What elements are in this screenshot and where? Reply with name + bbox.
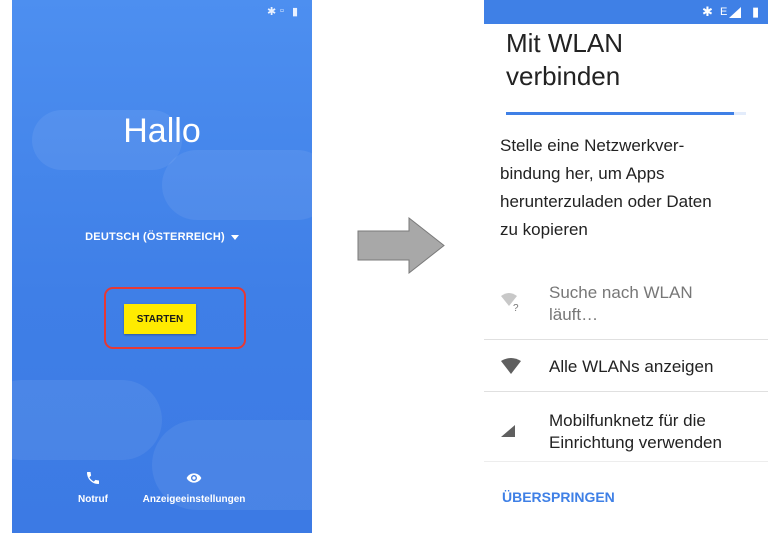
- intro-line: Stelle eine Netzwerkver-: [500, 136, 685, 155]
- transition-arrow-icon: [357, 217, 445, 274]
- battery-icon: ▮: [292, 6, 299, 18]
- emergency-call-label: Notruf: [78, 494, 108, 505]
- highlight-box: [104, 287, 246, 349]
- title-line-1: Mit WLAN: [506, 28, 623, 58]
- no-sim-icon: ▫: [280, 5, 284, 17]
- item-label: Mobilfunknetz für die: [549, 411, 706, 430]
- progress-bar: [506, 112, 746, 115]
- skip-button[interactable]: ÜBERSPRINGEN: [502, 489, 615, 505]
- wifi-searching-item: ? Suche nach WLAN läuft…: [484, 280, 768, 335]
- divider: [484, 461, 768, 462]
- wifi-setup-screen: ✱ E ▮ Mit WLAN verbinden Stelle eine Net…: [484, 0, 768, 533]
- intro-line: herunterzuladen oder Daten: [500, 192, 712, 211]
- intro-line: zu kopieren: [500, 220, 588, 239]
- divider: [484, 339, 768, 340]
- cloud-decoration: [12, 380, 162, 460]
- intro-line: bindung her, um Apps: [500, 164, 665, 183]
- phone-icon: [58, 470, 128, 494]
- bluetooth-icon: ✱: [702, 4, 713, 19]
- title-line-2: verbinden: [506, 61, 621, 91]
- bluetooth-icon: ✱: [267, 6, 277, 18]
- language-label: DEUTSCH (ÖSTERREICH): [85, 231, 225, 243]
- eye-icon: [134, 470, 254, 494]
- welcome-screen: ✱ ▫ ▮ Hallo DEUTSCH (ÖSTERREICH) STARTEN…: [12, 0, 312, 533]
- intro-text: Stelle eine Netzwerkver- bindung her, um…: [500, 132, 750, 244]
- item-sublabel: läuft…: [549, 305, 599, 324]
- item-sublabel: Einrichtung verwenden: [549, 433, 722, 452]
- page-title: Mit WLAN verbinden: [506, 27, 623, 93]
- language-selector[interactable]: DEUTSCH (ÖSTERREICH): [12, 231, 312, 243]
- network-type-icon: E: [720, 6, 728, 18]
- signal-icon: [729, 6, 741, 21]
- item-label: Suche nach WLAN: [549, 283, 693, 302]
- divider: [484, 391, 768, 392]
- status-bar: ✱ ▫ ▮: [12, 0, 312, 22]
- show-all-networks-item[interactable]: Alle WLANs anzeigen: [484, 346, 768, 386]
- cloud-decoration: [162, 150, 312, 220]
- cell-signal-icon: [500, 424, 516, 443]
- svg-text:?: ?: [513, 303, 519, 312]
- welcome-title: Hallo: [123, 112, 201, 150]
- wifi-searching-icon: ?: [500, 292, 522, 317]
- use-mobile-network-item[interactable]: Mobilfunknetz für die Einrichtung verwen…: [484, 398, 768, 456]
- progress-bar-fill: [506, 112, 734, 115]
- emergency-call-button[interactable]: Notruf: [58, 470, 128, 505]
- battery-icon: ▮: [752, 4, 760, 19]
- wifi-icon: [500, 358, 522, 379]
- status-bar: ✱ E ▮: [484, 0, 768, 24]
- item-label: Alle WLANs anzeigen: [549, 357, 714, 376]
- display-settings-button[interactable]: Anzeigeeinstellungen: [134, 470, 254, 505]
- display-settings-label: Anzeigeeinstellungen: [142, 494, 246, 505]
- dropdown-arrow-icon: [230, 234, 239, 240]
